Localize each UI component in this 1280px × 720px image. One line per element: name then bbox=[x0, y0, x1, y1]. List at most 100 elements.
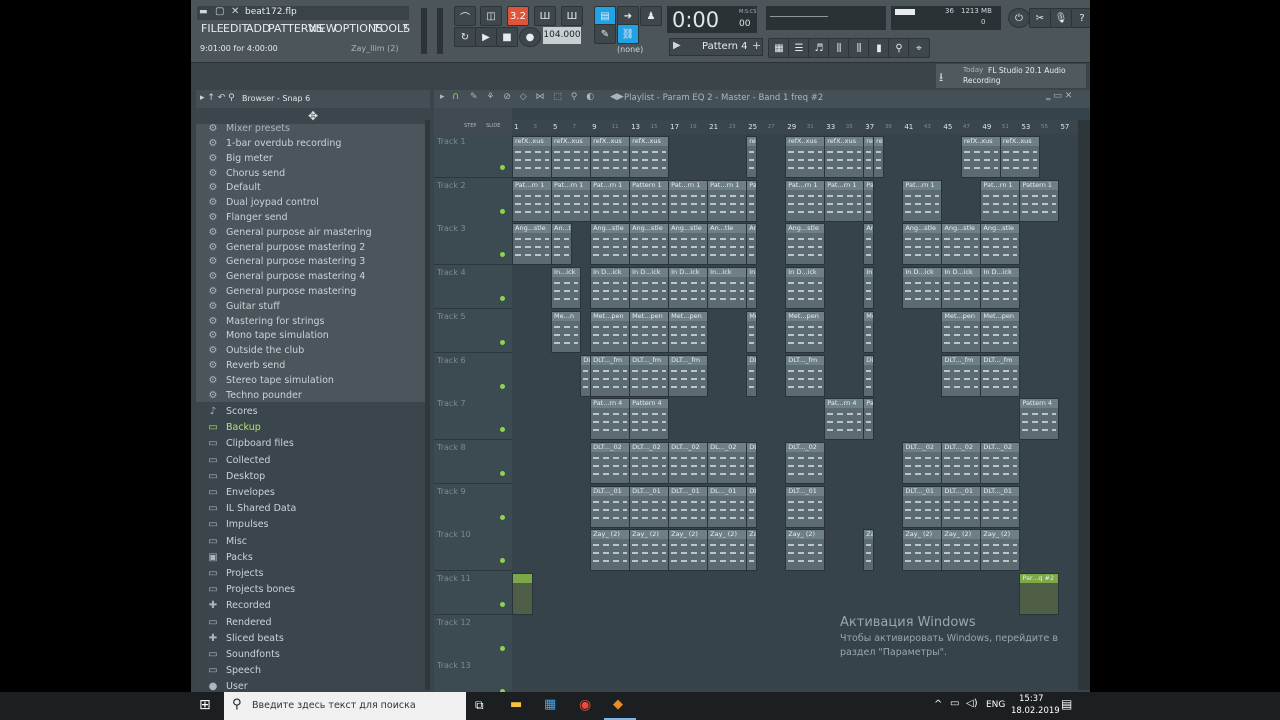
folder-item[interactable]: ▭ Collected bbox=[196, 453, 430, 468]
playlist-clip[interactable]: Met...pen bbox=[590, 310, 631, 353]
playlist-clip[interactable]: DLT..._01 bbox=[746, 485, 757, 528]
playlist-clip[interactable]: Pat...rn 1 bbox=[980, 179, 1021, 222]
playlist-clip[interactable]: Ang...stle bbox=[980, 223, 1021, 266]
playlist-clip[interactable]: Met...pen bbox=[863, 310, 875, 353]
minimize-icon[interactable]: ▬ bbox=[199, 7, 208, 17]
preset-item[interactable]: ⚙ Flanger send bbox=[196, 210, 430, 225]
window-controls-icon[interactable]: ‗ ▭ ✕ bbox=[1046, 91, 1072, 101]
preset-item[interactable]: ⚙ 1-bar overdub recording bbox=[196, 136, 430, 151]
playlist-clip[interactable]: Met...pen bbox=[668, 310, 709, 353]
playlist-clip[interactable]: Met...pen bbox=[980, 310, 1021, 353]
playlist-clip[interactable]: Pat...rn 4 bbox=[863, 398, 875, 441]
preset-item[interactable]: ⚙ Stereo tape simulation bbox=[196, 373, 430, 388]
playlist-clip[interactable]: DL..._01 bbox=[707, 485, 748, 528]
track-mute-led[interactable] bbox=[500, 296, 505, 302]
playlist-clip[interactable]: An...tle bbox=[707, 223, 748, 266]
playlist-clip[interactable]: In D...ick bbox=[941, 267, 982, 310]
playlist-clip[interactable]: In D...ick bbox=[785, 267, 826, 310]
playlist-clip[interactable]: Pat...rn 1 bbox=[512, 179, 553, 222]
folder-item[interactable]: ✚ Recorded bbox=[196, 598, 430, 613]
playlist-clip[interactable]: DLT..._02 bbox=[590, 441, 631, 484]
browser-scrollbar[interactable] bbox=[425, 120, 430, 690]
playlist-clip[interactable]: DLT..._02 bbox=[785, 441, 826, 484]
track-header[interactable]: Track 6 bbox=[434, 352, 512, 397]
track-mute-led[interactable] bbox=[500, 252, 505, 258]
preset-item[interactable]: ⚙ Chorus send bbox=[196, 166, 430, 181]
playlist-clip[interactable]: Ang...stle bbox=[668, 223, 709, 266]
plugin-picker-icon[interactable]: ⫼ bbox=[848, 38, 870, 58]
playlist-clip[interactable]: Met...pen bbox=[785, 310, 826, 353]
preset-item[interactable]: ⚙ General purpose air mastering bbox=[196, 225, 430, 240]
playlist-clip[interactable]: refX..xus bbox=[999, 136, 1040, 178]
play-button[interactable]: ▶ bbox=[475, 27, 497, 47]
playlist-clip[interactable]: Pat...rn 1 bbox=[902, 179, 943, 222]
playlist-clip[interactable]: An...tle bbox=[551, 223, 572, 266]
playlist-clip[interactable]: refX..xus bbox=[512, 136, 553, 178]
playlist-clip[interactable]: DLT..._fm bbox=[746, 354, 757, 397]
playlist-clip[interactable]: Ang...stle bbox=[629, 223, 670, 266]
playlist-clip[interactable]: In...ick bbox=[551, 267, 582, 310]
playlist-clip[interactable]: Pat...rn 4 bbox=[824, 398, 865, 441]
folder-item[interactable]: ▭ Envelopes bbox=[196, 485, 430, 500]
playlist-clip[interactable]: DLT..._01 bbox=[902, 485, 943, 528]
preset-item[interactable]: ⚙ Mono tape simulation bbox=[196, 328, 430, 343]
playlist-clip[interactable]: DLT..._01 bbox=[941, 485, 982, 528]
playlist-clip[interactable]: Ang...stle bbox=[902, 223, 943, 266]
playlist-clip[interactable]: refX..xus bbox=[785, 136, 826, 178]
folder-item[interactable]: ▣ Packs bbox=[196, 550, 430, 565]
folder-item[interactable]: ♪ Scores bbox=[196, 404, 430, 419]
notifications-icon[interactable]: ▤ bbox=[1061, 697, 1072, 711]
step-edit-button[interactable]: 3.2 bbox=[507, 6, 529, 26]
snap-mode-display[interactable]: (none) bbox=[617, 45, 643, 54]
playlist-clip[interactable]: refX..xus bbox=[746, 136, 757, 178]
metronome-button[interactable]: ◫ bbox=[480, 6, 502, 26]
track-header[interactable]: Track 2 bbox=[434, 177, 512, 222]
track-header[interactable]: Track 1 bbox=[434, 134, 512, 178]
track-mute-led[interactable] bbox=[500, 427, 505, 433]
preset-item[interactable]: ⚙ Default bbox=[196, 180, 430, 195]
playlist-clip[interactable]: Pattern 1 bbox=[629, 179, 670, 222]
track-mute-led[interactable] bbox=[500, 383, 505, 389]
playlist-clip[interactable]: Ang...stle bbox=[863, 223, 875, 266]
folder-item[interactable]: ▭ Projects bones bbox=[196, 582, 430, 597]
playlist-clip[interactable]: Zay_ (2) bbox=[863, 529, 875, 572]
mixer-icon[interactable]: ⫼ bbox=[828, 38, 850, 58]
volume-icon[interactable]: ◁) bbox=[966, 698, 978, 709]
windows-start-icon[interactable]: ⊞ bbox=[199, 697, 211, 713]
playlist-clip[interactable]: In D...ick bbox=[629, 267, 670, 310]
menu-help[interactable]: ? bbox=[402, 22, 408, 35]
record-button[interactable]: ● bbox=[519, 27, 541, 47]
playlist-clip[interactable]: Zay_ (2) bbox=[980, 529, 1021, 572]
track-header[interactable]: Track 3 bbox=[434, 221, 512, 266]
network-icon[interactable]: ▭ bbox=[950, 698, 959, 709]
microphone-icon[interactable]: 🎙 bbox=[1050, 8, 1072, 28]
time-ruler[interactable]: 1 5 9 13 17 21 25 29 33 37 41 45 49 53 57 3 7 11 15 19 23 27 3… bbox=[512, 120, 1078, 134]
preset-item[interactable]: ⚙ General purpose mastering 2 bbox=[196, 240, 430, 255]
folder-item[interactable]: ● User bbox=[196, 679, 430, 692]
playlist-clip[interactable]: DLT..._02 bbox=[941, 441, 982, 484]
browser-menu-icon[interactable]: ▸ ↑ ↶ ⚲ bbox=[200, 93, 235, 103]
playlist-clip[interactable]: DLT..._01 bbox=[980, 485, 1021, 528]
project-browser-icon[interactable]: ▮ bbox=[868, 38, 890, 58]
plugin-database-icon[interactable]: ⚲ bbox=[888, 38, 910, 58]
track-header[interactable]: Track 11 bbox=[434, 571, 512, 615]
playlist-clip[interactable]: refX..xus bbox=[629, 136, 670, 178]
news-panel[interactable]: ⭳ Today FL Studio 20.1 Audio Recording bbox=[936, 64, 1086, 88]
playlist-clip[interactable]: DLT..._02 bbox=[746, 441, 757, 484]
playlist-clip[interactable]: Pat...rn 1 bbox=[707, 179, 748, 222]
folder-item[interactable]: ▭ Impulses bbox=[196, 517, 430, 532]
loop-record-button[interactable]: Ш bbox=[561, 6, 583, 26]
preset-item[interactable]: ⚙ General purpose mastering bbox=[196, 284, 430, 299]
playlist-window-icon[interactable]: ▦ bbox=[768, 38, 790, 58]
track-mute-led[interactable] bbox=[500, 602, 505, 607]
playlist-clip[interactable]: Pattern 1 bbox=[1019, 179, 1060, 222]
preset-item[interactable]: ⚙ General purpose mastering 3 bbox=[196, 254, 430, 269]
channel-rack-icon[interactable]: ☰ bbox=[788, 38, 810, 58]
typing-keyboard-icon[interactable]: ▤ bbox=[594, 6, 616, 26]
tempo-display[interactable]: 104.000 bbox=[543, 27, 581, 44]
link-icon[interactable]: ⛓ bbox=[617, 24, 639, 44]
track-header[interactable]: Track 7 bbox=[434, 396, 512, 441]
track-mute-led[interactable] bbox=[500, 165, 505, 170]
track-header[interactable]: Track 13 bbox=[434, 658, 512, 692]
track-mute-led[interactable] bbox=[500, 558, 505, 564]
